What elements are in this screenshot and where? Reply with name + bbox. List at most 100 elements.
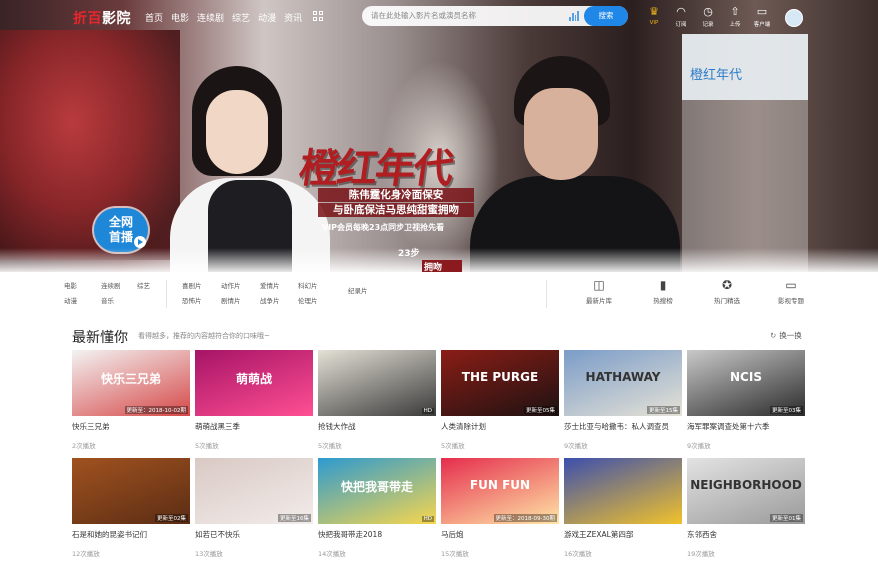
quick-topic[interactable]: ▭ 影视专题 xyxy=(766,278,816,305)
movie-card[interactable]: 更新至16集如若已不快乐 13次播放 xyxy=(195,458,313,558)
update-badge: 更新至：2018-09-30期 xyxy=(493,514,557,522)
cat-anime[interactable]: 动漫 xyxy=(64,294,101,309)
user-avatar[interactable] xyxy=(785,9,803,27)
cat-documentary[interactable]: 纪录片 xyxy=(348,284,368,299)
movie-title[interactable]: 萌萌战黑三季 xyxy=(195,421,313,432)
hero-actor xyxy=(470,52,680,272)
movie-poster[interactable]: FUN FUN 更新至：2018-09-30期 xyxy=(441,458,559,524)
movie-card[interactable]: FUN FUN 更新至：2018-09-30期 马后炮 15次播放 xyxy=(441,458,559,558)
premiere-badge[interactable]: 全网 首播 xyxy=(94,208,148,252)
movie-poster[interactable]: NEIGHBORHOOD 更新至01集 xyxy=(687,458,805,524)
cat-music[interactable]: 音乐 xyxy=(101,294,114,309)
cat-comedy[interactable]: 喜剧片 xyxy=(182,279,221,294)
update-badge: 更新至15集 xyxy=(647,406,680,414)
movie-title[interactable]: 海军罪案调查处第十六季 xyxy=(687,421,805,432)
movie-card[interactable]: THE PURGE 更新至05集人类清除计划 5次播放 xyxy=(441,350,559,450)
cat-war[interactable]: 战争片 xyxy=(260,294,298,309)
movie-title[interactable]: 马后炮 xyxy=(441,529,559,540)
cat-romance[interactable]: 爱情片 xyxy=(260,279,298,294)
movie-title[interactable]: 游戏王ZEXAL第四部 xyxy=(564,529,682,540)
movie-title[interactable]: 快乐三兄弟 xyxy=(72,421,190,432)
movie-card[interactable]: NCIS 更新至03集 海军罪案调查处第十六季 9次播放 xyxy=(687,350,805,450)
cat-ethics[interactable]: 伦理片 xyxy=(298,294,318,309)
cat-drama[interactable]: 剧情片 xyxy=(221,294,260,309)
movie-poster[interactable]: 快乐三兄弟 更新至：2018-10-02期 xyxy=(72,350,190,416)
play-count: 16次播放 xyxy=(564,550,592,558)
main-nav: 首页 电影 连续剧 综艺 动漫 资讯 xyxy=(145,11,302,24)
cat-variety[interactable]: 综艺 xyxy=(137,279,150,294)
nav-news[interactable]: 资讯 xyxy=(284,11,302,24)
topic-icon: ▭ xyxy=(785,278,797,292)
subscribe-button[interactable]: ◠ 订阅 xyxy=(671,5,691,28)
upload-button[interactable]: ⇧ 上传 xyxy=(725,5,745,28)
play-count: 14次播放 xyxy=(318,550,346,558)
client-button[interactable]: ▭ 客户端 xyxy=(752,5,772,28)
movie-title[interactable]: 石是和她的昆姿书记们 xyxy=(72,529,190,540)
cat-series[interactable]: 连续剧 xyxy=(101,279,137,294)
movie-title[interactable]: 莎士比亚与哈撒韦：私人调查员 xyxy=(564,421,682,432)
movie-poster[interactable] xyxy=(564,458,682,524)
search-input[interactable]: 请在此处输入影片名或演员名称 xyxy=(371,10,476,21)
movie-card[interactable]: 快乐三兄弟 更新至：2018-10-02期 快乐三兄弟 2次播放 xyxy=(72,350,190,450)
movie-card[interactable]: 萌萌战 萌萌战黑三季 5次播放 xyxy=(195,350,313,450)
nav-variety[interactable]: 综艺 xyxy=(232,11,250,24)
refresh-button[interactable]: ↻ 换一换 xyxy=(770,330,802,341)
movie-title[interactable]: 如若已不快乐 xyxy=(195,529,313,540)
search-button[interactable]: 搜索 xyxy=(584,6,628,26)
movie-poster[interactable]: 快把我哥带走 HD xyxy=(318,458,436,524)
movie-poster[interactable]: HD xyxy=(318,350,436,416)
cat-action[interactable]: 动作片 xyxy=(221,279,260,294)
movie-card[interactable]: HD 抢钱大作战 5次播放 xyxy=(318,350,436,450)
movie-poster[interactable]: 更新至02集 xyxy=(72,458,190,524)
movie-title[interactable]: 抢钱大作战 xyxy=(318,421,436,432)
movie-title[interactable]: 东邻西舍 xyxy=(687,529,805,540)
search-bar: 请在此处输入影片名或演员名称 搜索 xyxy=(362,6,628,26)
movie-title[interactable]: 快把我哥带走2018 xyxy=(318,529,436,540)
hero-side-title[interactable]: 橙红年代 xyxy=(690,64,742,83)
play-count: 9次播放 xyxy=(564,442,588,450)
film-library-icon: ◫ xyxy=(593,278,605,292)
play-icon[interactable] xyxy=(134,236,146,248)
update-badge: 更新至01集 xyxy=(770,514,803,522)
update-badge: HD xyxy=(421,408,434,414)
movie-poster[interactable]: 萌萌战 xyxy=(195,350,313,416)
movie-card[interactable]: 更新至02集 石是和她的昆姿书记们 12次播放 xyxy=(72,458,190,558)
nav-series[interactable]: 连续剧 xyxy=(197,11,224,24)
hero-side-panel[interactable]: 橙红年代 xyxy=(682,34,808,100)
vip-crown-icon: ♛ xyxy=(649,5,659,18)
nav-anime[interactable]: 动漫 xyxy=(258,11,276,24)
cat-scifi[interactable]: 科幻片 xyxy=(298,279,318,294)
hero-title: 橙红年代 xyxy=(296,145,455,192)
movie-card[interactable]: NEIGHBORHOOD 更新至01集 东邻西舍 19次播放 xyxy=(687,458,805,558)
quick-hot-chart[interactable]: ▮ 热搜榜 xyxy=(638,278,688,305)
history-button[interactable]: ◷ 记录 xyxy=(698,5,718,28)
poster-text: HATHAWAY xyxy=(585,370,661,384)
category-group-genre: 喜剧片 动作片 爱情片 科幻片 恐怖片 剧情片 战争片 伦理片 xyxy=(182,279,318,309)
movie-title[interactable]: 人类清除计划 xyxy=(441,421,559,432)
nav-home[interactable]: 首页 xyxy=(145,11,163,24)
vip-button[interactable]: ♛ VIP xyxy=(644,5,664,28)
voice-search-icon[interactable] xyxy=(569,11,579,21)
movie-card[interactable]: 快把我哥带走 HD 快把我哥带走2018 14次播放 xyxy=(318,458,436,558)
movie-poster[interactable]: 更新至16集 xyxy=(195,458,313,524)
play-count: 5次播放 xyxy=(441,442,465,450)
nav-movies[interactable]: 电影 xyxy=(171,11,189,24)
cat-horror[interactable]: 恐怖片 xyxy=(182,294,221,309)
movie-poster[interactable]: HATHAWAY 更新至15集 xyxy=(564,350,682,416)
more-grid-icon[interactable] xyxy=(313,11,323,21)
update-badge: HD xyxy=(421,516,434,522)
quick-hot-pick[interactable]: ✪ 热门精选 xyxy=(702,278,752,305)
play-count: 13次播放 xyxy=(195,550,223,558)
movie-card[interactable]: 游戏王ZEXAL第四部 16次播放 xyxy=(564,458,682,558)
category-divider xyxy=(546,280,547,308)
section-title: 最新懂你 xyxy=(72,330,128,346)
movie-poster[interactable]: THE PURGE 更新至05集 xyxy=(441,350,559,416)
hero-banner[interactable]: 橙红年代 陈伟霆化身冷面保安 与卧底保洁马思纯甜蜜拥吻 VIP会员每晚23点同步… xyxy=(0,0,878,272)
movie-card[interactable]: HATHAWAY 更新至15集莎士比亚与哈撒韦：私人调查员 9次播放 xyxy=(564,350,682,450)
category-group-main: 电影 连续剧 综艺 动漫 音乐 xyxy=(64,279,150,309)
movie-poster[interactable]: NCIS 更新至03集 xyxy=(687,350,805,416)
quick-film-library[interactable]: ◫ 最新片库 xyxy=(574,278,624,305)
cat-movies[interactable]: 电影 xyxy=(64,279,101,294)
site-logo[interactable]: 折百影院 xyxy=(73,8,131,28)
category-bar: 电影 连续剧 综艺 动漫 音乐 喜剧片 动作片 爱情片 科幻片 恐怖片 剧情片 战争片 伦理片 纪… xyxy=(0,272,878,314)
